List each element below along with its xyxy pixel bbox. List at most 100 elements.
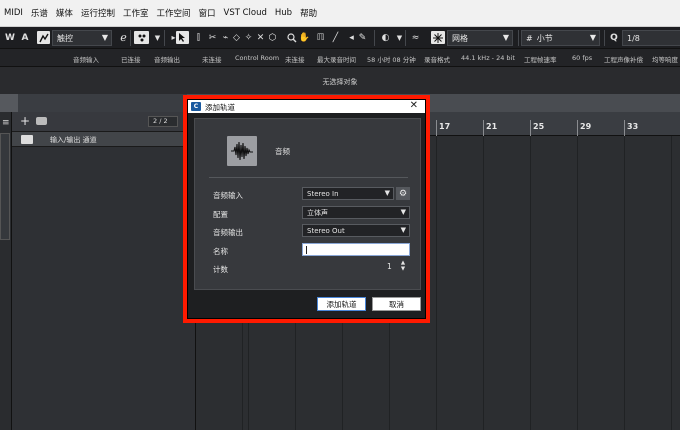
audio-input-label: 音频输入 (213, 191, 243, 200)
pan-law-value: 均等响度 (652, 56, 678, 64)
chevron-down-icon: ▼ (400, 226, 406, 234)
audio-input-status-label[interactable]: 音频输入 (73, 54, 99, 64)
menu-bar: MIDI 乐谱 媒体 运行控制 工作室 工作空间 窗口 VST Cloud Hu… (0, 0, 680, 27)
automation-mode-select[interactable]: 触控 ▼ (52, 30, 112, 46)
control-room-status-value: 未连接 (285, 56, 305, 64)
frame-rate-label[interactable]: 工程帧速率 (524, 54, 557, 64)
menu-score[interactable]: 乐谱 (31, 7, 48, 19)
range-tool-icon[interactable]: ⫿ (192, 31, 205, 44)
inspector-panel (0, 133, 10, 240)
audio-output-label: 音频输出 (213, 228, 243, 237)
chevron-down-icon: ▼ (101, 33, 108, 42)
chevron-down-icon: ▼ (589, 33, 596, 42)
snap-type-icon[interactable] (431, 31, 445, 44)
quantize-select[interactable]: 1/8 (622, 30, 680, 46)
record-format-label[interactable]: 录音格式 (424, 54, 450, 64)
status-bar: 音频输入 已连接 音频输出 未连接 Control Room 未连接 最大录音时… (0, 49, 680, 67)
audio-output-status-value: 未连接 (202, 56, 222, 64)
track-type-label: 音频 (275, 147, 290, 156)
track-list-header: + 2 / 2 (12, 112, 196, 132)
menu-media[interactable]: 媒体 (56, 7, 73, 19)
add-track-button[interactable]: 添加轨道 (317, 297, 366, 311)
snap-icon[interactable]: ≈ (409, 31, 422, 44)
automation-mode-value: 触控 (57, 33, 73, 43)
config-select[interactable]: 立体声 ▼ (302, 206, 410, 219)
chevron-down-icon[interactable]: ▼ (151, 31, 164, 44)
add-icon[interactable]: + (20, 114, 30, 128)
menu-icon[interactable]: ≡ (2, 118, 10, 128)
audio-output-status-label[interactable]: 音频输出 (154, 54, 180, 64)
record-format-value: 44.1 kHz - 24 bit (461, 54, 515, 62)
ruler-handle[interactable] (0, 94, 18, 112)
constrain-delay-icon[interactable]: ℯ (117, 31, 130, 44)
bar-number: 29 (580, 122, 592, 131)
bar-number: 33 (627, 122, 639, 131)
config-value: 立体声 (307, 208, 328, 217)
bar-number: 21 (486, 122, 498, 131)
color-icon[interactable]: ◐ (379, 31, 392, 44)
pattern-icon[interactable] (134, 31, 149, 44)
settings-gear-icon[interactable]: ⚙ (396, 187, 410, 200)
menu-vst-cloud[interactable]: VST Cloud (224, 8, 267, 18)
menu-window[interactable]: 窗口 (198, 7, 215, 19)
track-row-label: 输入/输出 通道 (50, 136, 97, 144)
dialog-title-bar: C 添加轨道 ✕ (188, 100, 425, 113)
draw-tool-icon[interactable]: ✎ (356, 31, 369, 44)
audio-input-select[interactable]: Stereo In ▼ (302, 187, 394, 200)
chevron-down-icon: ▼ (502, 33, 509, 42)
grid-hash-icon: # (526, 33, 533, 43)
line-tool-icon[interactable]: ╱ (329, 31, 342, 44)
add-folder-icon[interactable] (36, 117, 47, 125)
search-icon[interactable] (285, 31, 298, 44)
divider (209, 177, 408, 178)
grid-type-value: 网格 (452, 33, 468, 43)
info-line: 无选择对象 (0, 67, 680, 94)
comb-tool-icon[interactable]: ℿ (314, 31, 327, 44)
menu-transport[interactable]: 运行控制 (81, 7, 115, 19)
track-row[interactable]: 输入/输出 通道 (12, 132, 196, 147)
audio-input-value: Stereo In (307, 189, 339, 198)
info-line-text: 无选择对象 (322, 78, 358, 86)
close-icon[interactable]: ✕ (410, 100, 418, 111)
hand-tool-icon[interactable]: ✋ (298, 31, 311, 44)
name-label: 名称 (213, 247, 228, 256)
pointer-tool-icon[interactable] (176, 31, 189, 44)
chevron-down-icon: ▼ (384, 189, 390, 197)
bar-number: 25 (533, 122, 545, 131)
time-warp-icon[interactable]: ⬡ (266, 31, 279, 44)
grid-type-select[interactable]: 网格 ▼ (447, 30, 513, 46)
waveform-icon (227, 136, 257, 166)
count-stepper-icon[interactable]: ▲ ▼ (398, 260, 408, 272)
menu-workspaces[interactable]: 工作空间 (156, 7, 190, 19)
menu-midi[interactable]: MIDI (4, 8, 23, 18)
split-tool-icon[interactable]: ✂ (206, 31, 219, 44)
write-automation-button[interactable]: W (5, 31, 15, 45)
bar-number: 17 (439, 122, 451, 131)
read-automation-button[interactable]: A (20, 31, 30, 45)
menu-hub[interactable]: Hub (275, 8, 292, 18)
audio-output-value: Stereo Out (307, 226, 345, 235)
max-record-time-label[interactable]: 最大录音时间 (317, 54, 356, 64)
automation-mode-icon[interactable] (37, 31, 50, 44)
menu-studio[interactable]: 工作室 (123, 7, 149, 19)
count-value[interactable]: 1 (387, 262, 392, 271)
control-room-status-label[interactable]: Control Room (235, 54, 279, 62)
track-list: + 2 / 2 输入/输出 通道 (12, 112, 196, 430)
quantize-button[interactable]: Q (609, 31, 619, 45)
dialog-panel: 音频 音频输入 Stereo In ▼ ⚙ 配置 立体声 ▼ 音频输出 Ster… (194, 118, 421, 290)
count-label: 计数 (213, 265, 228, 274)
menu-help[interactable]: 帮助 (300, 7, 317, 19)
cubase-logo-icon: C (191, 102, 201, 111)
audio-output-select[interactable]: Stereo Out ▼ (302, 224, 410, 237)
audio-input-status-value: 已连接 (121, 56, 141, 64)
dialog-title: 添加轨道 (205, 103, 235, 112)
max-record-time-value: 58 小时 08 分钟 (367, 56, 416, 64)
toolbar: W A 触控 ▼ ℯ ▼ ▸ ⫿ ✂ ⌁ ◇ ✧ ✕ ⬡ ✋ ℿ ╱ ◂ ✎ ◐… (0, 27, 680, 49)
grid-value-select[interactable]: # 小节 ▼ (521, 30, 600, 46)
pan-law-label[interactable]: 工程声像补偿 (604, 54, 643, 64)
frame-rate-value: 60 fps (572, 54, 593, 62)
cancel-button[interactable]: 取消 (372, 297, 421, 311)
quantize-value: 1/8 (627, 33, 640, 43)
name-input[interactable] (302, 243, 410, 256)
track-counter: 2 / 2 (148, 116, 178, 127)
